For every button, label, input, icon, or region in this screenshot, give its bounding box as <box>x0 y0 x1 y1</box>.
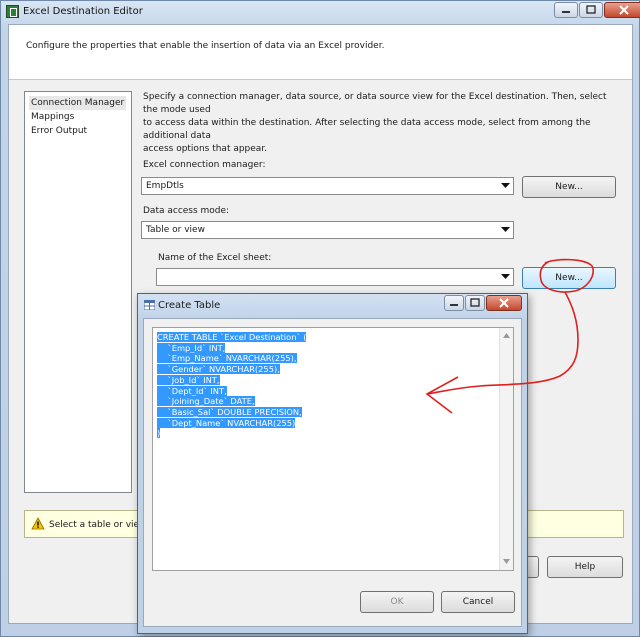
warning-icon <box>31 517 45 533</box>
minimize-icon <box>555 3 577 17</box>
close-icon <box>487 296 521 310</box>
nav-item-mappings[interactable]: Mappings <box>29 110 76 124</box>
ok-button[interactable]: OK <box>360 591 434 613</box>
description-line: access options that appear. <box>143 144 268 154</box>
sql-line-text: `Joining_Date` DATE, <box>157 396 255 407</box>
sql-line: `Job_Id` INT, <box>157 374 306 386</box>
sql-line: `Emp_Id` INT, <box>157 342 306 354</box>
scroll-up-icon[interactable] <box>503 331 510 341</box>
close-icon <box>605 3 640 17</box>
sheet-name-combo[interactable] <box>156 268 514 286</box>
dialog-close-button[interactable] <box>486 295 522 311</box>
dropdown-arrow-icon[interactable] <box>498 223 512 237</box>
dialog-maximize-button[interactable] <box>465 295 485 311</box>
dialog-minimize-button[interactable] <box>444 295 464 311</box>
access-mode-combo[interactable]: Table or view <box>141 221 514 239</box>
scroll-down-icon[interactable] <box>503 557 510 567</box>
sql-line: CREATE TABLE `Excel Destination` ( <box>157 332 307 343</box>
caption-buttons <box>553 2 640 18</box>
help-button[interactable]: Help <box>547 556 623 578</box>
minimize-button[interactable] <box>554 2 578 18</box>
description-line: to access data within the destination. A… <box>143 118 591 141</box>
sheet-name-label: Name of the Excel sheet: <box>158 253 272 263</box>
new-connection-button[interactable]: New... <box>522 176 616 198</box>
sql-line: `Gender` NVARCHAR(255), <box>157 364 306 375</box>
sql-line: `Dept_Id` INT, <box>157 385 306 397</box>
close-button[interactable] <box>604 2 640 18</box>
sql-line-text: `Dept_Id` INT, <box>157 385 227 396</box>
header-panel: Configure the properties that enable the… <box>9 25 632 80</box>
sql-line: ) <box>157 428 306 439</box>
title-bar[interactable]: Excel Destination Editor <box>1 1 640 23</box>
header-description: Configure the properties that enable the… <box>26 41 385 51</box>
dropdown-arrow-icon[interactable] <box>498 179 512 193</box>
minimize-icon <box>445 296 463 310</box>
create-table-dialog: Create Table CREATE TABLE `Excel Destina… <box>137 293 528 634</box>
window-title: Excel Destination Editor <box>23 6 143 17</box>
sql-statement: CREATE TABLE `Excel Destination` ( `Emp_… <box>157 332 307 439</box>
sql-line: `Joining_Date` DATE, <box>157 396 306 407</box>
maximize-icon <box>466 296 484 310</box>
sql-line-text: `Basic_Sal` DOUBLE PRECISION, <box>157 406 302 417</box>
sql-line-text: `Emp_Id` INT, <box>157 342 226 353</box>
sql-line-text: `Dept_Name` NVARCHAR(255) <box>157 417 296 428</box>
dialog-title: Create Table <box>158 300 221 311</box>
new-sheet-button[interactable]: New... <box>522 267 616 289</box>
application-icon <box>6 5 19 18</box>
access-mode-label: Data access mode: <box>143 206 230 216</box>
dropdown-arrow-icon[interactable] <box>498 270 512 284</box>
sql-text-area[interactable]: CREATE TABLE `Excel Destination` ( `Emp_… <box>152 327 514 571</box>
sql-line: `Basic_Sal` DOUBLE PRECISION, <box>157 406 306 418</box>
sql-line-text: `Emp_Name` NVARCHAR(255), <box>157 353 297 364</box>
nav-item-connection-manager[interactable]: Connection Manager <box>29 96 127 110</box>
sql-line-text: CREATE TABLE `Excel Destination` ( <box>157 332 307 342</box>
sql-line-text: `Gender` NVARCHAR(255), <box>157 364 280 375</box>
dialog-caption-buttons <box>443 295 522 311</box>
sql-line-text: ) <box>157 428 161 439</box>
sql-line: `Dept_Name` NVARCHAR(255) <box>157 417 306 429</box>
table-icon <box>143 299 156 311</box>
main-description: Specify a connection manager, data sourc… <box>143 91 623 156</box>
sql-scrollbar[interactable] <box>499 328 513 570</box>
nav-item-error-output[interactable]: Error Output <box>29 124 89 138</box>
maximize-button[interactable] <box>579 2 603 18</box>
connection-manager-combo[interactable]: EmpDtls <box>141 177 514 195</box>
access-mode-value: Table or view <box>146 225 205 235</box>
cancel-button[interactable]: Cancel <box>441 591 515 613</box>
dialog-body: CREATE TABLE `Excel Destination` ( `Emp_… <box>143 318 522 627</box>
connection-manager-label: Excel connection manager: <box>143 160 266 170</box>
maximize-icon <box>580 3 602 17</box>
page-navigation-list: Connection Manager Mappings Error Output <box>24 91 132 493</box>
sql-line-text: `Job_Id` INT, <box>157 374 220 385</box>
connection-manager-value: EmpDtls <box>146 181 184 191</box>
description-line: Specify a connection manager, data sourc… <box>143 92 607 115</box>
sql-line: `Emp_Name` NVARCHAR(255), <box>157 353 306 364</box>
